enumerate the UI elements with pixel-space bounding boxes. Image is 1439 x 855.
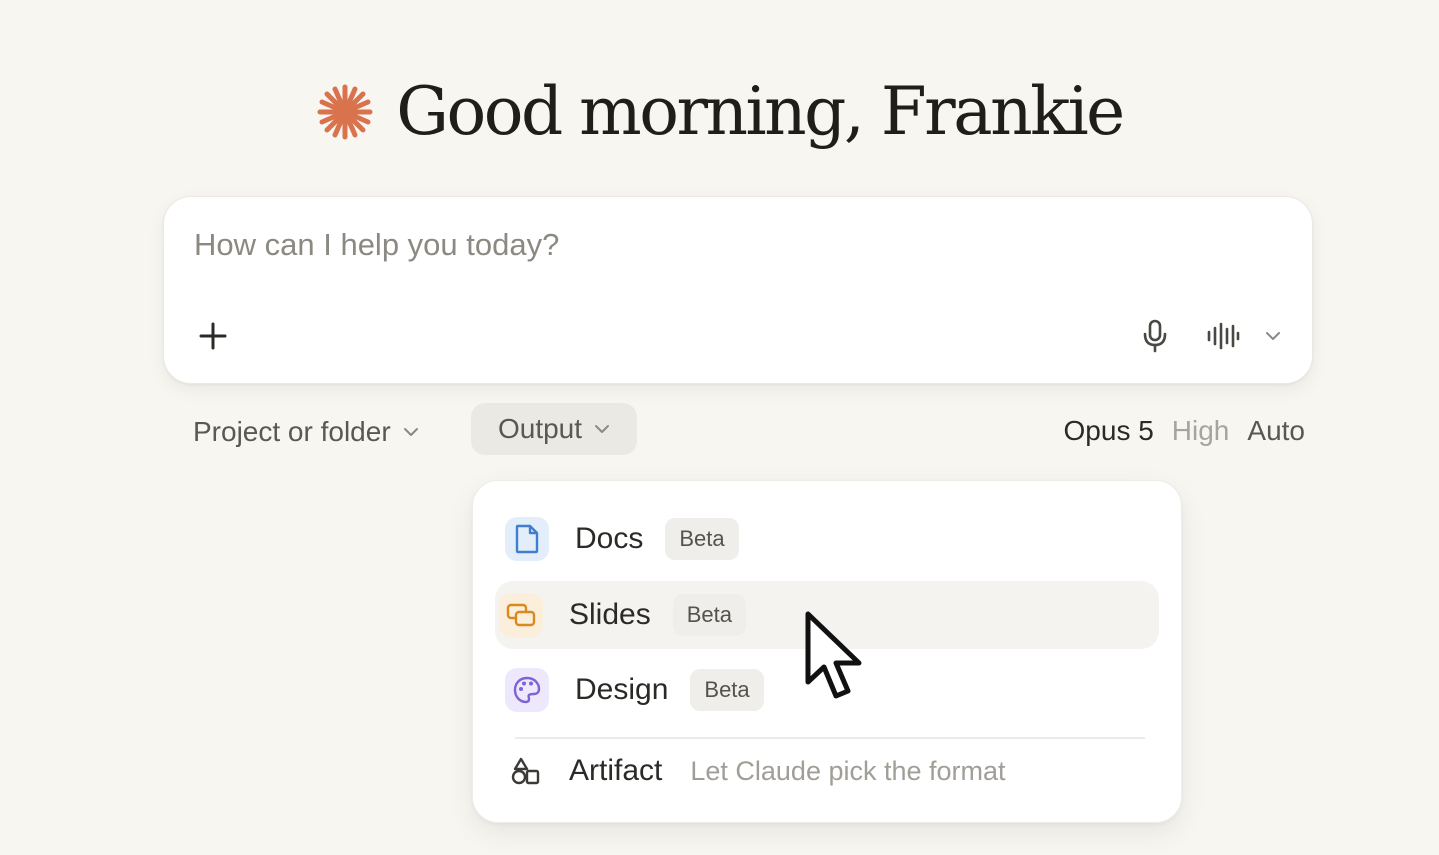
- chevron-down-icon: [403, 428, 418, 436]
- chevron-down-icon: [1266, 332, 1280, 340]
- attach-button[interactable]: [192, 315, 234, 357]
- menu-item-description: Let Claude pick the format: [690, 755, 1006, 786]
- effort-selector[interactable]: High: [1172, 415, 1230, 447]
- document-icon: [505, 517, 549, 561]
- output-picker-label: Output: [497, 413, 583, 444]
- mode-selector[interactable]: Auto: [1247, 415, 1305, 447]
- beta-badge: Beta: [690, 669, 764, 711]
- menu-item-label: Design: [575, 673, 669, 706]
- voice-waveform-icon: [1207, 322, 1240, 350]
- plus-icon: [199, 322, 227, 350]
- claude-starburst-icon: [317, 84, 373, 140]
- voice-options-button[interactable]: [1258, 321, 1288, 351]
- chevron-down-icon: [595, 425, 610, 433]
- microphone-icon: [1143, 319, 1167, 353]
- project-picker-label: Project or folder: [193, 416, 391, 447]
- menu-item-docs[interactable]: Docs Beta: [495, 505, 1159, 573]
- greeting-header: Good morning, Frankie: [0, 70, 1439, 154]
- output-menu: Docs Beta Slides Beta Design Beta Artifa…: [472, 480, 1182, 823]
- beta-badge: Beta: [665, 518, 739, 560]
- project-picker[interactable]: Project or folder: [193, 412, 419, 452]
- menu-item-slides[interactable]: Slides Beta: [495, 581, 1159, 649]
- menu-item-label: Docs: [575, 522, 644, 555]
- slides-icon: [499, 593, 543, 637]
- model-settings: Opus 5 High Auto: [1064, 410, 1305, 452]
- palette-icon: [505, 668, 549, 712]
- dictation-button[interactable]: [1134, 315, 1176, 357]
- model-selector[interactable]: Opus 5: [1064, 415, 1154, 447]
- shapes-icon: [503, 749, 547, 793]
- voice-mode-button[interactable]: [1202, 315, 1244, 357]
- beta-badge: Beta: [672, 594, 746, 636]
- greeting-text: Good morning, Frankie: [396, 73, 1125, 150]
- menu-item-design[interactable]: Design Beta: [495, 656, 1159, 724]
- output-picker[interactable]: Output: [471, 403, 637, 455]
- menu-item-label: Slides: [569, 598, 651, 631]
- menu-item-artifact[interactable]: Artifact Let Claude pick the format: [495, 737, 1159, 805]
- prompt-composer: [163, 196, 1313, 384]
- prompt-input[interactable]: [194, 223, 1274, 267]
- menu-item-label: Artifact: [569, 754, 663, 787]
